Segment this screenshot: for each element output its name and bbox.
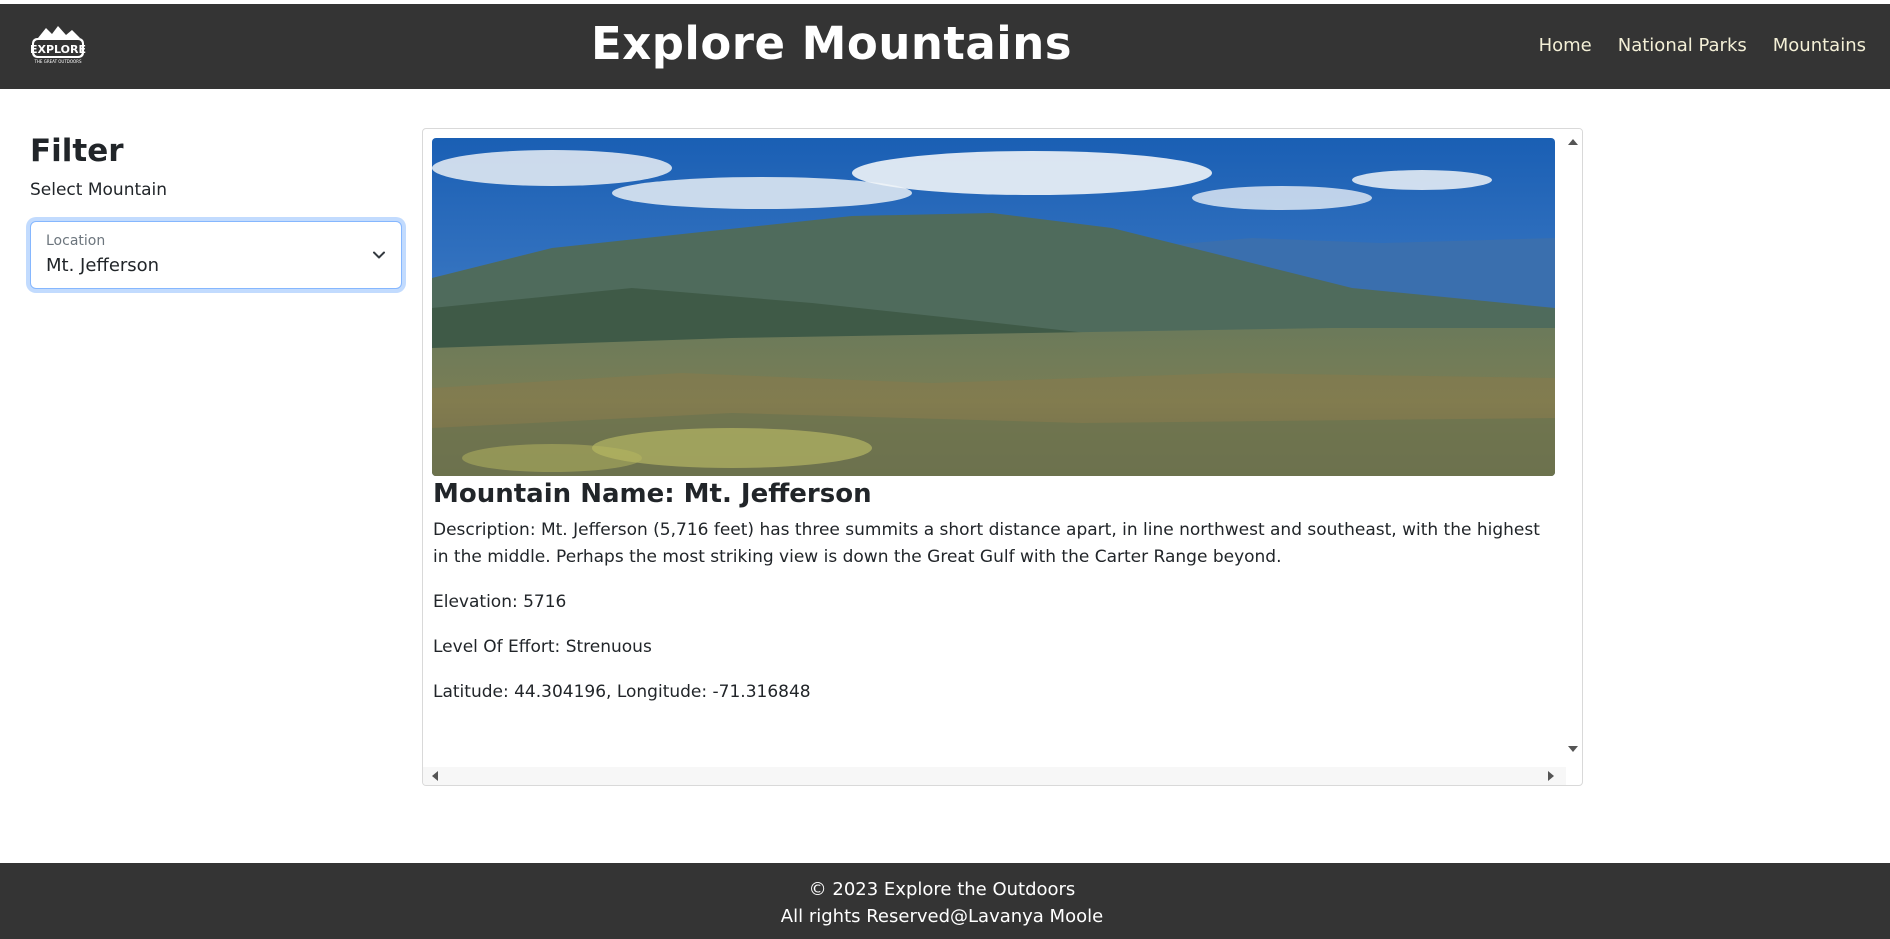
mountain-elevation: Elevation: 5716 [433, 592, 567, 612]
footer-copyright: © 2023 Explore the Outdoors [808, 879, 1076, 900]
mountain-coordinates: Latitude: 44.304196, Longitude: -71.3168… [433, 682, 811, 702]
mountain-image [432, 138, 1555, 476]
main-nav: Home National Parks Mountains [1526, 35, 1866, 56]
site-header: EXPLORE THE GREAT OUTDOORS Explore Mount… [0, 4, 1890, 89]
location-select[interactable]: Location Mt. Jefferson [30, 221, 402, 289]
nav-national-parks-link[interactable]: National Parks [1605, 35, 1760, 56]
footer-rights: All rights Reserved@Lavanya Moole [780, 906, 1104, 927]
filter-subtitle: Select Mountain [30, 180, 168, 200]
location-select-value: Mt. Jefferson [46, 255, 160, 276]
mountain-details-panel[interactable]: Mountain Name: Mt. Jefferson Description… [422, 128, 1583, 786]
scroll-left-icon[interactable] [432, 771, 438, 781]
vertical-scrollbar[interactable] [1564, 129, 1582, 769]
nav-mountains-link[interactable]: Mountains [1760, 35, 1866, 56]
horizontal-scrollbar[interactable] [423, 767, 1566, 785]
nav-home-link[interactable]: Home [1526, 35, 1605, 56]
mountain-description: Description: Mt. Jefferson (5,716 feet) … [433, 520, 1540, 567]
scroll-down-icon[interactable] [1568, 746, 1578, 752]
mountain-name-heading: Mountain Name: Mt. Jefferson [433, 479, 872, 509]
site-footer: © 2023 Explore the Outdoors All rights R… [0, 863, 1890, 939]
mountain-effort: Level Of Effort: Strenuous [433, 637, 652, 657]
chevron-down-icon [373, 251, 385, 259]
page-title: Explore Mountains [590, 17, 1073, 70]
location-select-label: Location [46, 233, 106, 249]
scroll-up-icon[interactable] [1568, 139, 1578, 145]
filter-heading: Filter [30, 133, 124, 169]
scroll-right-icon[interactable] [1548, 771, 1554, 781]
